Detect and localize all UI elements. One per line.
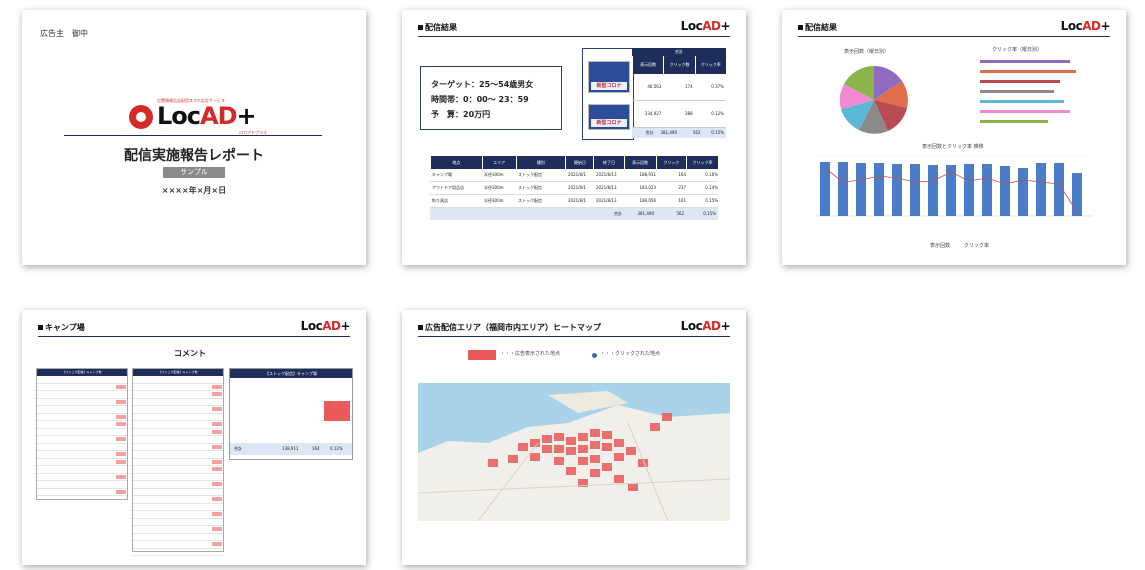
slide-header: キャンプ場 LocAD+ [38,319,351,337]
slide-cover[interactable]: 広告主 御中 位置情報広告配信スマホ広告サービス LocAD+ ロカアドプラス … [22,10,366,265]
table-row: アウトドア用品店 半径300m ストック配信 2021/8/1 2021/8/13 183… [430,182,718,195]
hourly-table-title: 【ストック配信】キャンプ場 [133,369,223,376]
daily-table: 【ストック配信】キャンプ場 [36,368,128,500]
table-row: 334,927 388 0.12% [632,101,726,128]
budget-line: 予 算：20万円 [431,110,491,119]
comment-heading: コメント [174,349,206,358]
legend-clicks: ・・・クリックされた地点 [600,351,661,357]
slide-campsite[interactable]: キャンプ場 LocAD+ コメント 【ストック配信】キャンプ場 【ストック配信】… [22,310,366,565]
trend-legend-line: クリック率 [964,243,990,249]
legend-impressions: ・・・広告表示された地点 [500,351,561,357]
table-header: 地点 エリア 種別 開始日 終了日 表示回数 クリック クリック率 [430,156,718,169]
divider [64,135,322,136]
time-line: 時間帯：0：00～ 23：59 [431,95,529,104]
summary-table: 合計 表示回数 クリック数 クリック率 46,563 174 0.37% 334,927… [632,48,726,138]
header-logo: LocAD+ [300,319,351,333]
slide-results[interactable]: 配信結果 LocAD+ ターゲット：25～54歳男女 時間帯：0：00～ 23：… [402,10,746,265]
slide-header: 配信結果 LocAD+ [418,19,731,37]
target-line: ターゲット：25～54歳男女 [431,80,534,89]
summary-total-clicks: 164 [312,446,320,451]
table-row: 46,563 174 0.37% [632,74,726,101]
slide-header: 広告配信エリア（福岡市内エリア）ヒートマップ LocAD+ [418,319,731,337]
location-pin-icon [129,105,153,129]
summary-title: 合計 [632,48,726,56]
click-rate-bars [980,60,1076,123]
locations-table: 地点 エリア 種別 開始日 終了日 表示回数 クリック クリック率 キャンプ場半… [430,156,718,220]
trend-chart [814,155,1092,217]
banner-creative: 新型コロナ [588,104,630,130]
slide-heatmap[interactable]: 広告配信エリア（福岡市内エリア）ヒートマップ LocAD+ ・・・広告表示された… [402,310,746,565]
trend-legend-bars: 表示回数 [930,243,951,249]
trend-title: 表示回数とクリック率 推移 [922,144,984,150]
header-logo: LocAD+ [680,319,731,333]
daily-table-title: 【ストック配信】キャンプ場 [37,369,127,376]
sample-badge: サンプル [163,167,225,178]
slide-title: 広告配信エリア（福岡市内エリア）ヒートマップ [418,322,601,333]
campsite-summary-title: 【ストック配信】キャンプ場 [230,369,352,378]
slide-title: キャンプ場 [38,322,85,333]
slide-charts[interactable]: 配信結果 LocAD+ 表示回数（曜日別） クリック率（曜日別） 表示回数とクリ… [782,10,1126,265]
summary-total: 合計 381,490 562 0.15% [632,128,726,138]
logo-wordmark: LocAD+ [157,102,257,130]
report-date: ××××年×月×日 [161,186,227,195]
table-row: 釣り具店 半径300m ストック配信 2021/8/1 2021/8/13 189,056… [430,195,718,208]
heatmap-map[interactable] [418,383,730,521]
summary-total-rate: 0.12% [330,446,343,451]
report-title: 配信実施報告レポート [124,148,264,164]
summary-total-label: 合計 [234,446,242,451]
slide-title: 配信結果 [418,22,457,33]
addressee: 広告主 御中 [40,29,88,38]
summary-header: 表示回数 クリック数 クリック率 [632,56,726,74]
map-graphic [418,383,730,521]
creative-thumbnails: 新型コロナ 新型コロナ [582,48,634,140]
locad-logo: 位置情報広告配信スマホ広告サービス LocAD+ ロカアドプラス [129,97,269,137]
table-total: 合計 381,490 562 0.15% [430,208,718,220]
charts-graphic [814,60,1092,217]
table-row: キャンプ場 半径300m ストック配信 2021/8/1 2021/8/13 188,91… [430,169,718,182]
hourly-table: 【ストック配信】キャンプ場 [132,368,224,556]
legend-click-dot [592,353,597,358]
header-logo: LocAD+ [680,19,731,33]
summary-total-impressions: 138,911 [282,446,299,451]
banner-creative: 新型コロナ [588,61,630,93]
campsite-summary: 【ストック配信】キャンプ場 合計 138,911 164 0.12% [229,368,353,460]
pie-chart [839,66,908,134]
legend-impression-swatch [468,350,496,360]
target-summary: ターゲット：25～54歳男女 時間帯：0：00～ 23：59 予 算：20万円 [420,66,562,130]
